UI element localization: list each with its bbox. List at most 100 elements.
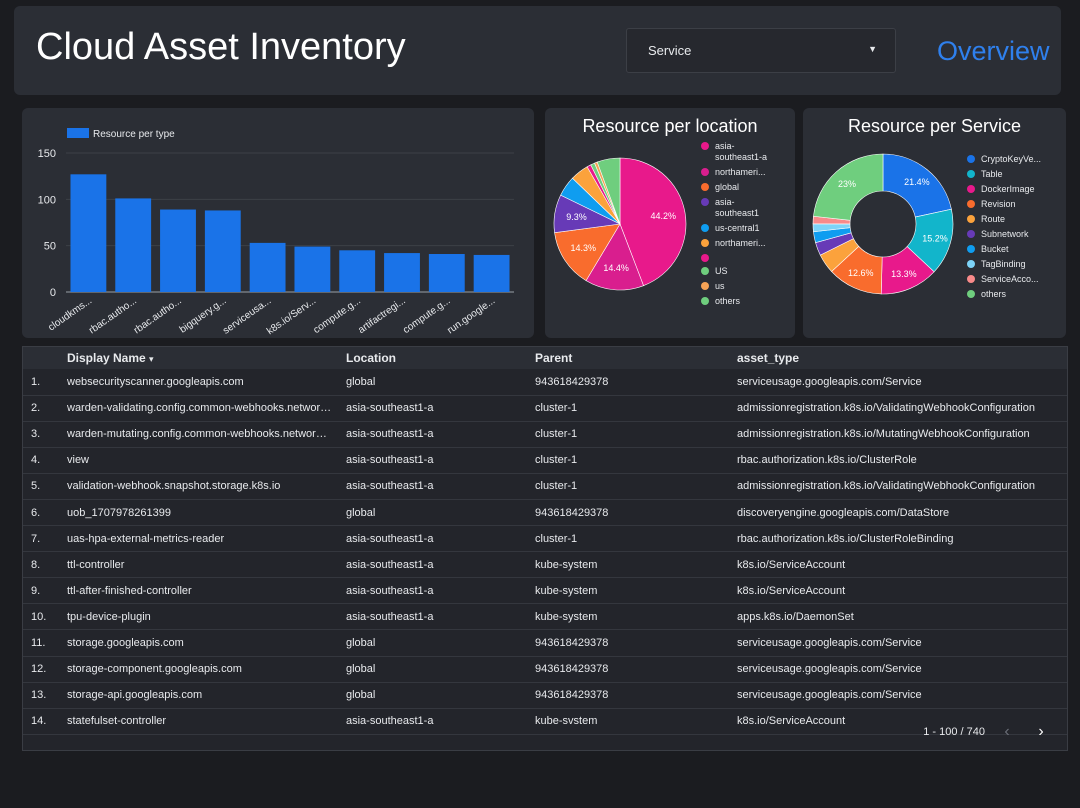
legend-dot-icon <box>701 183 709 191</box>
slice-label: 21.4% <box>904 177 930 187</box>
legend-item[interactable]: us <box>701 281 791 292</box>
header-display-name[interactable]: Display Name ▾ <box>67 347 346 369</box>
cell-parent: 943618429378 <box>535 629 737 657</box>
legend-dot-icon <box>701 198 709 206</box>
legend-label: others <box>981 289 1007 299</box>
table-row[interactable]: 1. websecurityscanner.googleapis.com globa… <box>23 369 1067 396</box>
table-row[interactable]: 3. warden-mutating.config.common-webhooks… <box>23 421 1067 448</box>
legend-dot-icon <box>701 224 709 232</box>
legend-label: US <box>715 266 728 276</box>
header-asset-type[interactable]: asset_type <box>737 347 1067 369</box>
bar[interactable] <box>473 254 510 292</box>
header-location[interactable]: Location <box>346 347 535 369</box>
legend-item[interactable]: CryptoKeyVe... <box>967 154 1063 165</box>
overview-link[interactable]: Overview <box>937 36 1050 67</box>
legend-label: us-central1 <box>715 223 760 233</box>
table-row[interactable]: 12. storage-component.googleapis.com globa… <box>23 656 1067 683</box>
slice-label: 14.3% <box>570 243 596 253</box>
legend-dot-icon <box>701 282 709 290</box>
table-row[interactable]: 10. tpu-device-plugin asia-southeast1-a kub… <box>23 603 1067 631</box>
bar[interactable] <box>204 210 241 292</box>
row-index: 11. <box>23 629 67 657</box>
legend-item[interactable]: ServiceAcco... <box>967 274 1063 285</box>
legend-label: Subnetwork <box>981 229 1029 239</box>
y-tick-label: 100 <box>38 194 56 206</box>
table-row[interactable]: 7. uas-hpa-external-metrics-reader asia-so… <box>23 525 1067 553</box>
legend-label: others <box>715 296 741 306</box>
legend-item[interactable]: Revision <box>967 199 1063 210</box>
legend-label: global <box>715 182 740 192</box>
legend-dot-icon <box>967 230 975 238</box>
legend-item[interactable]: us-central1 <box>701 223 791 234</box>
bar[interactable] <box>294 246 331 292</box>
cell-parent: kube-system <box>535 551 737 579</box>
legend-item[interactable]: asia-southeast1 <box>701 197 791 219</box>
table-row[interactable]: 8. ttl-controller asia-southeast1-a kube-sy… <box>23 551 1067 579</box>
x-tick-label: bigquery.g... <box>178 295 229 335</box>
table-body: 1. websecurityscanner.googleapis.com globa… <box>23 369 1067 735</box>
cell-display-name: validation-webhook.snapshot.storage.k8s.… <box>67 473 346 500</box>
y-tick-label: 50 <box>44 241 56 253</box>
header-bar: Cloud Asset Inventory Service ▼ Overview <box>14 6 1061 95</box>
legend-item[interactable]: others <box>701 296 791 307</box>
table-row[interactable]: 13. storage-api.googleapis.com global 94361… <box>23 682 1067 709</box>
bar-legend-swatch <box>67 128 89 138</box>
cell-location: global <box>346 369 535 396</box>
y-tick-label: 0 <box>50 287 56 299</box>
cell-asset-type: k8s.io/ServiceAccount <box>737 551 1067 579</box>
legend-item[interactable]: global <box>701 182 791 193</box>
row-index: 12. <box>23 656 67 683</box>
service-dropdown[interactable]: Service ▼ <box>626 28 896 73</box>
cell-location: asia-southeast1-a <box>346 525 535 553</box>
legend-item[interactable]: US <box>701 266 791 277</box>
legend-item[interactable]: DockerImage <box>967 184 1063 195</box>
cell-parent: 943618429378 <box>535 682 737 709</box>
legend-item[interactable] <box>701 253 791 262</box>
cell-parent: 943618429378 <box>535 369 737 396</box>
table-row[interactable]: 11. storage.googleapis.com global 943618429… <box>23 629 1067 657</box>
row-index: 14. <box>23 708 67 735</box>
table-row[interactable]: 5. validation-webhook.snapshot.storage.k8… <box>23 473 1067 500</box>
bar[interactable] <box>115 198 152 292</box>
table-row[interactable]: 4. view asia-southeast1-a cluster-1 rbac.aut… <box>23 447 1067 474</box>
legend-item[interactable]: northameri... <box>701 167 791 178</box>
legend-item[interactable]: Table <box>967 169 1063 180</box>
legend-item[interactable]: Bucket <box>967 244 1063 255</box>
slice-label: 12.6% <box>848 268 874 278</box>
slice-label: 44.2% <box>651 211 677 221</box>
table-row[interactable]: 6. uob_1707978261399 global 943618429378 dis… <box>23 499 1067 527</box>
legend-item[interactable]: TagBinding <box>967 259 1063 270</box>
legend-item[interactable]: Subnetwork <box>967 229 1063 240</box>
cell-parent: cluster-1 <box>535 447 737 474</box>
table-row[interactable]: 14. statefulset-controller asia-southeast1… <box>23 708 1067 735</box>
bar[interactable] <box>70 174 107 292</box>
cell-location: global <box>346 629 535 657</box>
legend-label: DockerImage <box>981 184 1035 194</box>
legend-item[interactable]: asia-southeast1-a <box>701 141 791 163</box>
page-title: Cloud Asset Inventory <box>36 26 406 68</box>
legend-label: TagBinding <box>981 259 1026 269</box>
row-index: 7. <box>23 525 67 553</box>
bar[interactable] <box>249 242 286 292</box>
x-tick-label: run.google... <box>445 295 497 336</box>
legend-dot-icon <box>701 297 709 305</box>
bar[interactable] <box>160 209 196 292</box>
legend-item[interactable]: Route <box>967 214 1063 225</box>
next-page-icon[interactable]: › <box>1029 720 1053 744</box>
header-parent[interactable]: Parent <box>535 347 737 369</box>
prev-page-icon[interactable]: ‹ <box>995 720 1019 744</box>
legend-label: us <box>715 281 725 291</box>
resource-per-type-chart: Resource per type 0 50 100 150 cloudkms... rba… <box>22 108 534 338</box>
bar[interactable] <box>384 253 420 292</box>
legend-item[interactable]: northameri... <box>701 238 791 249</box>
table-row[interactable]: 2. warden-validating.config.common-webhoo… <box>23 395 1067 422</box>
cell-asset-type: rbac.authorization.k8s.io/ClusterRoleBin… <box>737 525 1067 553</box>
bar[interactable] <box>428 254 465 292</box>
cell-parent: 943618429378 <box>535 499 737 527</box>
cell-location: global <box>346 682 535 709</box>
bar[interactable] <box>339 250 376 292</box>
cell-asset-type: admissionregistration.k8s.io/MutatingWeb… <box>737 421 1067 448</box>
table-row[interactable]: 9. ttl-after-finished-controller asia-sout… <box>23 577 1067 605</box>
cell-location: asia-southeast1-a <box>346 395 535 422</box>
legend-item[interactable]: others <box>967 289 1063 300</box>
